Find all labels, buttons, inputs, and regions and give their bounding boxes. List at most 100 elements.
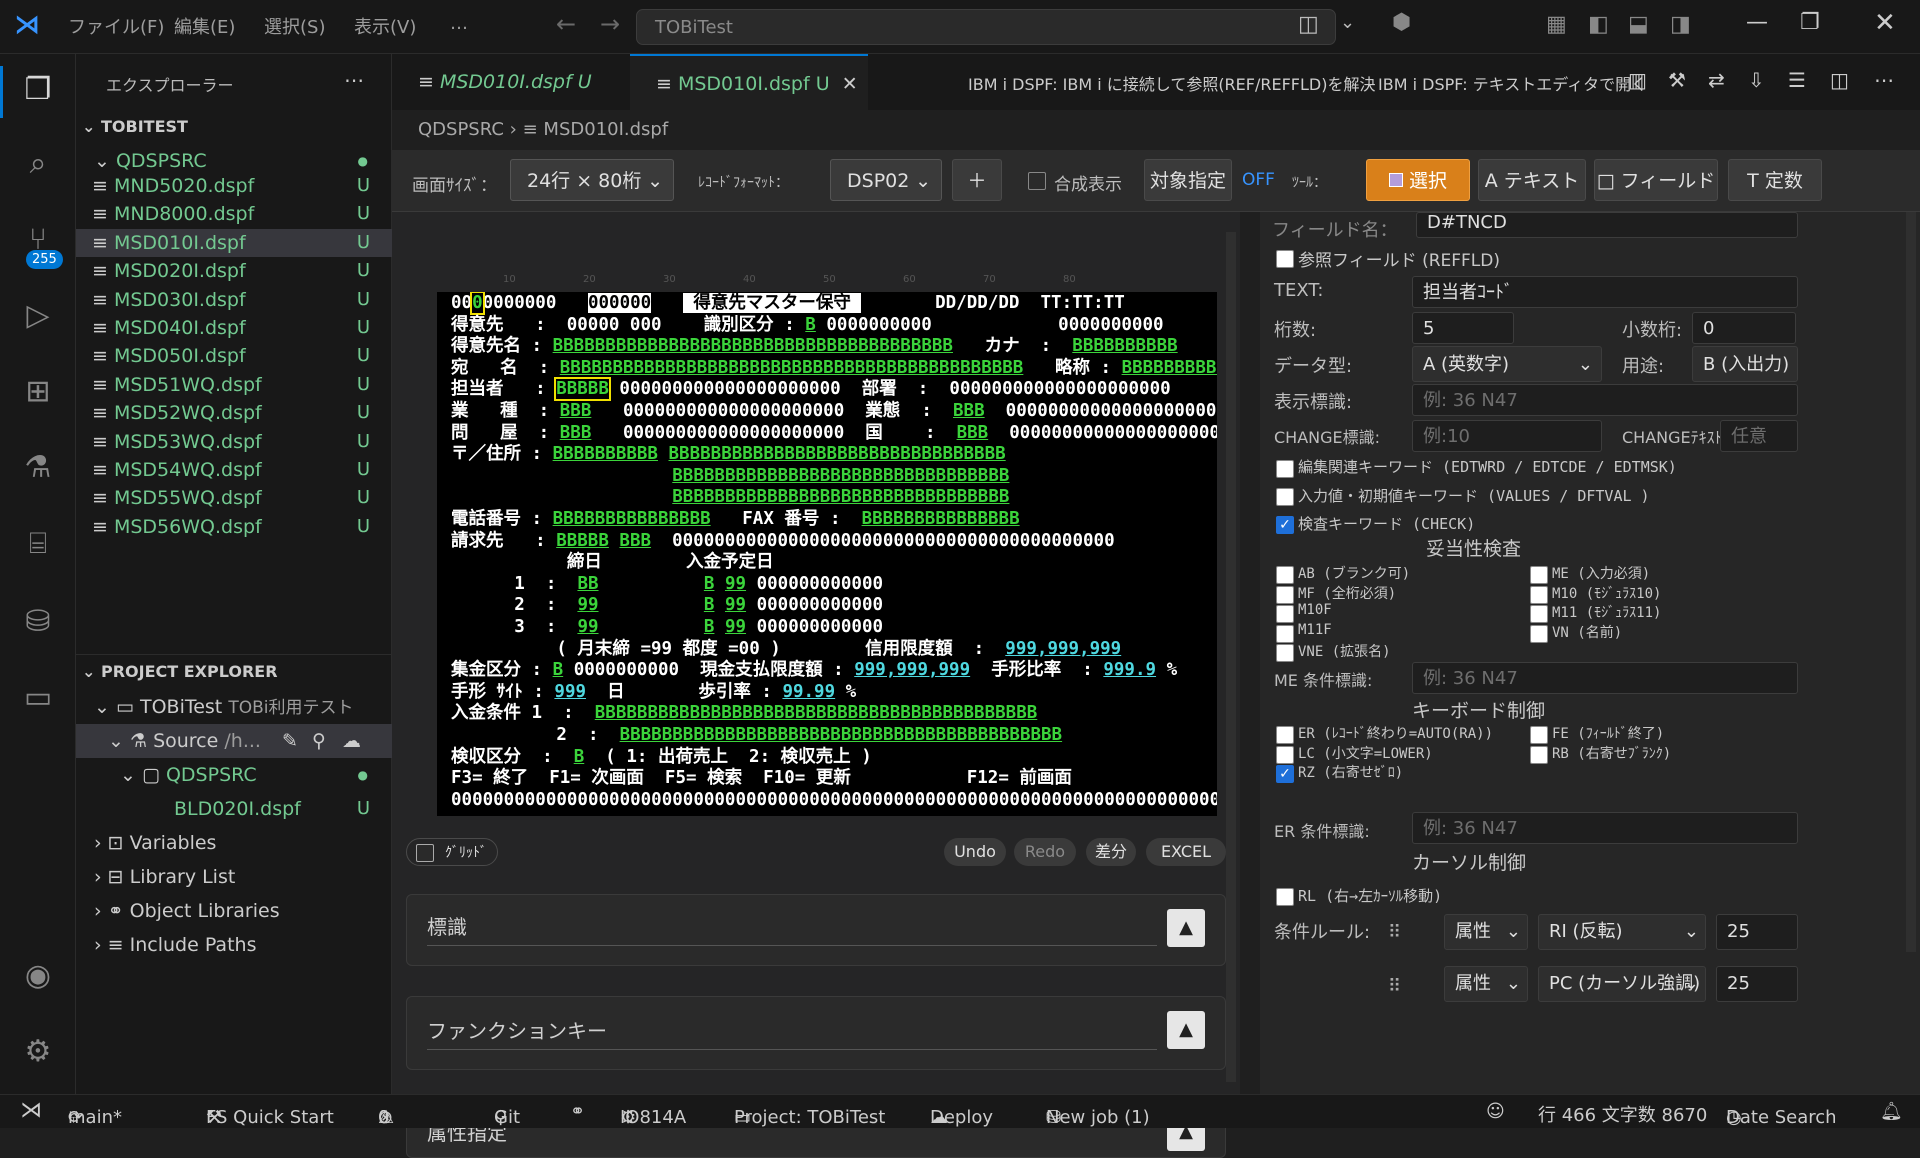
- tree-src-folder[interactable]: ⌄ ▢ QDSPSRC ●: [76, 758, 392, 792]
- undo-button[interactable]: Undo: [944, 838, 1006, 866]
- layout-custom-icon[interactable]: ▦: [1546, 12, 1567, 37]
- screen-field[interactable]: BBBBBBBBBBBBBBBBBBBBBBBBBBBBBBBB: [672, 466, 1009, 486]
- extensions-icon[interactable]: ⊞: [18, 372, 58, 412]
- file-item[interactable]: ≡ MSD52WQ.dspf U: [76, 399, 392, 427]
- screen-field[interactable]: B: [553, 660, 564, 680]
- file-item[interactable]: ≡ MSD54WQ.dspf U: [76, 456, 392, 484]
- screen-field[interactable]: B: [704, 617, 715, 637]
- keyboard-checkbox[interactable]: ✓: [1276, 765, 1294, 784]
- screen-field[interactable]: BBBBBBBBBB: [553, 444, 658, 464]
- menu-file[interactable]: ファイル(F): [68, 13, 164, 39]
- minimize-icon[interactable]: —: [1746, 10, 1768, 35]
- redo-button[interactable]: Redo: [1014, 838, 1076, 866]
- more-actions-icon[interactable]: ⋯: [344, 68, 364, 92]
- toggle-sidebar-icon[interactable]: ◧: [1588, 12, 1609, 37]
- project-explorer-header[interactable]: ⌄ PROJECT EXPLORER: [76, 654, 392, 688]
- scrollbar[interactable]: [1226, 232, 1236, 1082]
- chevron-down-icon[interactable]: ⌄: [1340, 12, 1355, 33]
- rl-checkbox[interactable]: [1276, 888, 1294, 906]
- close-icon[interactable]: ✕: [842, 73, 858, 95]
- tool-text-button[interactable]: A テキスト: [1478, 159, 1586, 201]
- validity-checkbox[interactable]: [1276, 624, 1294, 643]
- screen-field[interactable]: BBBBBBBBBBBBBBB: [862, 509, 1020, 529]
- add-record-button[interactable]: ＋: [952, 159, 1002, 201]
- back-arrow-icon[interactable]: ←: [556, 10, 576, 38]
- validity-checkbox[interactable]: [1276, 644, 1294, 663]
- explorer-icon[interactable]: ❐: [18, 70, 58, 110]
- target-button[interactable]: 対象指定: [1144, 159, 1232, 201]
- git-compare-icon[interactable]: ⇄: [1708, 68, 1725, 92]
- screen-field[interactable]: B: [805, 315, 816, 335]
- screen-field[interactable]: 0: [470, 292, 485, 315]
- restore-icon[interactable]: ❐: [1800, 10, 1820, 35]
- screen-field[interactable]: BBBBBBBBBBBBBBBBBBBBBBBBBBBBBBBB: [669, 444, 1006, 464]
- digits-input[interactable]: 5: [1412, 312, 1514, 344]
- tree-include-paths[interactable]: › ≡ Include Paths: [76, 928, 392, 962]
- grid-toggle[interactable]: ｸﾞﾘｯﾄﾞ: [406, 838, 498, 866]
- collapse-up-icon[interactable]: ▲: [1167, 1011, 1205, 1049]
- composite-checkbox[interactable]: [1028, 172, 1046, 190]
- tool-const-button[interactable]: T 定数: [1728, 159, 1822, 201]
- decimal-input[interactable]: 0: [1692, 312, 1796, 344]
- search-icon[interactable]: ⌕: [18, 144, 58, 184]
- copilot-icon[interactable]: ☺: [1486, 1101, 1505, 1122]
- remote-icon[interactable]: ⋊: [20, 1098, 42, 1123]
- tree-src-file[interactable]: BLD020I.dspf U: [76, 792, 392, 826]
- file-item[interactable]: ≡ MND5020.dspf U: [76, 178, 392, 200]
- screen-field[interactable]: 999.9: [1103, 660, 1156, 680]
- extension-icon[interactable]: ⬢: [1392, 10, 1411, 35]
- resolve-ref-action[interactable]: IBM i DSPF: IBM i に接続して参照(REF/REFFLD)を解決: [968, 71, 1376, 95]
- scrollbar[interactable]: [1906, 212, 1916, 952]
- validity-checkbox[interactable]: [1530, 566, 1548, 584]
- screen-field[interactable]: BBBBB: [554, 377, 611, 402]
- record-format-select[interactable]: DSP02 ⌄: [830, 159, 942, 201]
- rule-num-input[interactable]: 25: [1716, 966, 1798, 1002]
- file-item[interactable]: ≡ MSD030I.dspf U: [76, 286, 392, 314]
- toggle-panel-icon[interactable]: ⬓: [1628, 12, 1649, 37]
- edit-kw-checkbox[interactable]: [1276, 460, 1294, 478]
- screen-field[interactable]: BBBBB: [556, 531, 609, 551]
- screen-field[interactable]: 99: [577, 595, 598, 615]
- validity-checkbox[interactable]: [1530, 585, 1548, 604]
- validity-checkbox[interactable]: [1276, 605, 1294, 624]
- notifications-icon[interactable]: 🔔︎: [1880, 1101, 1903, 1122]
- account-icon[interactable]: ◉: [18, 956, 58, 996]
- testing-icon[interactable]: ⚗: [18, 448, 58, 488]
- screen-field[interactable]: 99: [577, 617, 598, 637]
- tools-icon[interactable]: ⚒: [1668, 68, 1686, 92]
- settings-gear-icon[interactable]: ⚙: [18, 1032, 58, 1072]
- change-ind-input[interactable]: 例:10: [1412, 420, 1602, 452]
- filter-icon[interactable]: ⚲: [312, 724, 326, 758]
- screen-field[interactable]: 99: [725, 595, 746, 615]
- er-cond-input[interactable]: 例: 36 N47: [1412, 812, 1798, 844]
- screen-field[interactable]: 99: [725, 574, 746, 594]
- screen-field[interactable]: BBBBBBBBBBBBBBBBBBBBBB: [1122, 358, 1217, 378]
- change-text-input[interactable]: 任意: [1720, 420, 1798, 452]
- text-input[interactable]: 担当者ｺｰﾄﾞ: [1412, 276, 1798, 308]
- validity-checkbox[interactable]: [1530, 605, 1548, 624]
- validity-checkbox[interactable]: [1276, 585, 1294, 604]
- screen-field[interactable]: BBBBBBBBBBBBBBBBBBBBBBBBBBBBBBBB: [672, 487, 1009, 507]
- tree-folder-qdspsrc[interactable]: ⌄ QDSPSRC ●: [76, 144, 392, 178]
- screen-size-select[interactable]: 24行 × 80桁 ⌄: [510, 159, 674, 201]
- section-indicators[interactable]: 標識 ▲: [406, 894, 1226, 966]
- rule-value-select[interactable]: RI (反転) ⌄: [1538, 914, 1706, 950]
- keyboard-checkbox[interactable]: [1530, 745, 1548, 764]
- validity-checkbox[interactable]: [1530, 624, 1548, 643]
- tree-library-list[interactable]: › ⊟ Library List: [76, 860, 392, 894]
- usage-select[interactable]: B (入出力): [1692, 346, 1798, 382]
- keyboard-checkbox[interactable]: [1276, 726, 1294, 744]
- screen-field[interactable]: BBB: [560, 401, 592, 421]
- compare-icon[interactable]: ▥: [1628, 68, 1647, 92]
- cloud-upload-icon[interactable]: ☁: [342, 724, 361, 758]
- tree-project[interactable]: ⌄ ▭ TOBiTest TOBi利用テスト: [76, 690, 392, 724]
- file-item[interactable]: ≡ MSD050I.dspf U: [76, 342, 392, 370]
- rule-kind-select[interactable]: 属性 ⌄: [1444, 914, 1528, 950]
- file-item[interactable]: ≡ MSD55WQ.dspf U: [76, 484, 392, 512]
- outline-icon[interactable]: ☰: [1788, 68, 1806, 92]
- run-debug-icon[interactable]: ▷: [18, 296, 58, 336]
- screen-field[interactable]: 999,999,999: [854, 660, 970, 680]
- screen-field[interactable]: 99: [725, 617, 746, 637]
- values-kw-checkbox[interactable]: [1276, 488, 1294, 506]
- remote-explorer-icon[interactable]: ▭: [18, 678, 58, 718]
